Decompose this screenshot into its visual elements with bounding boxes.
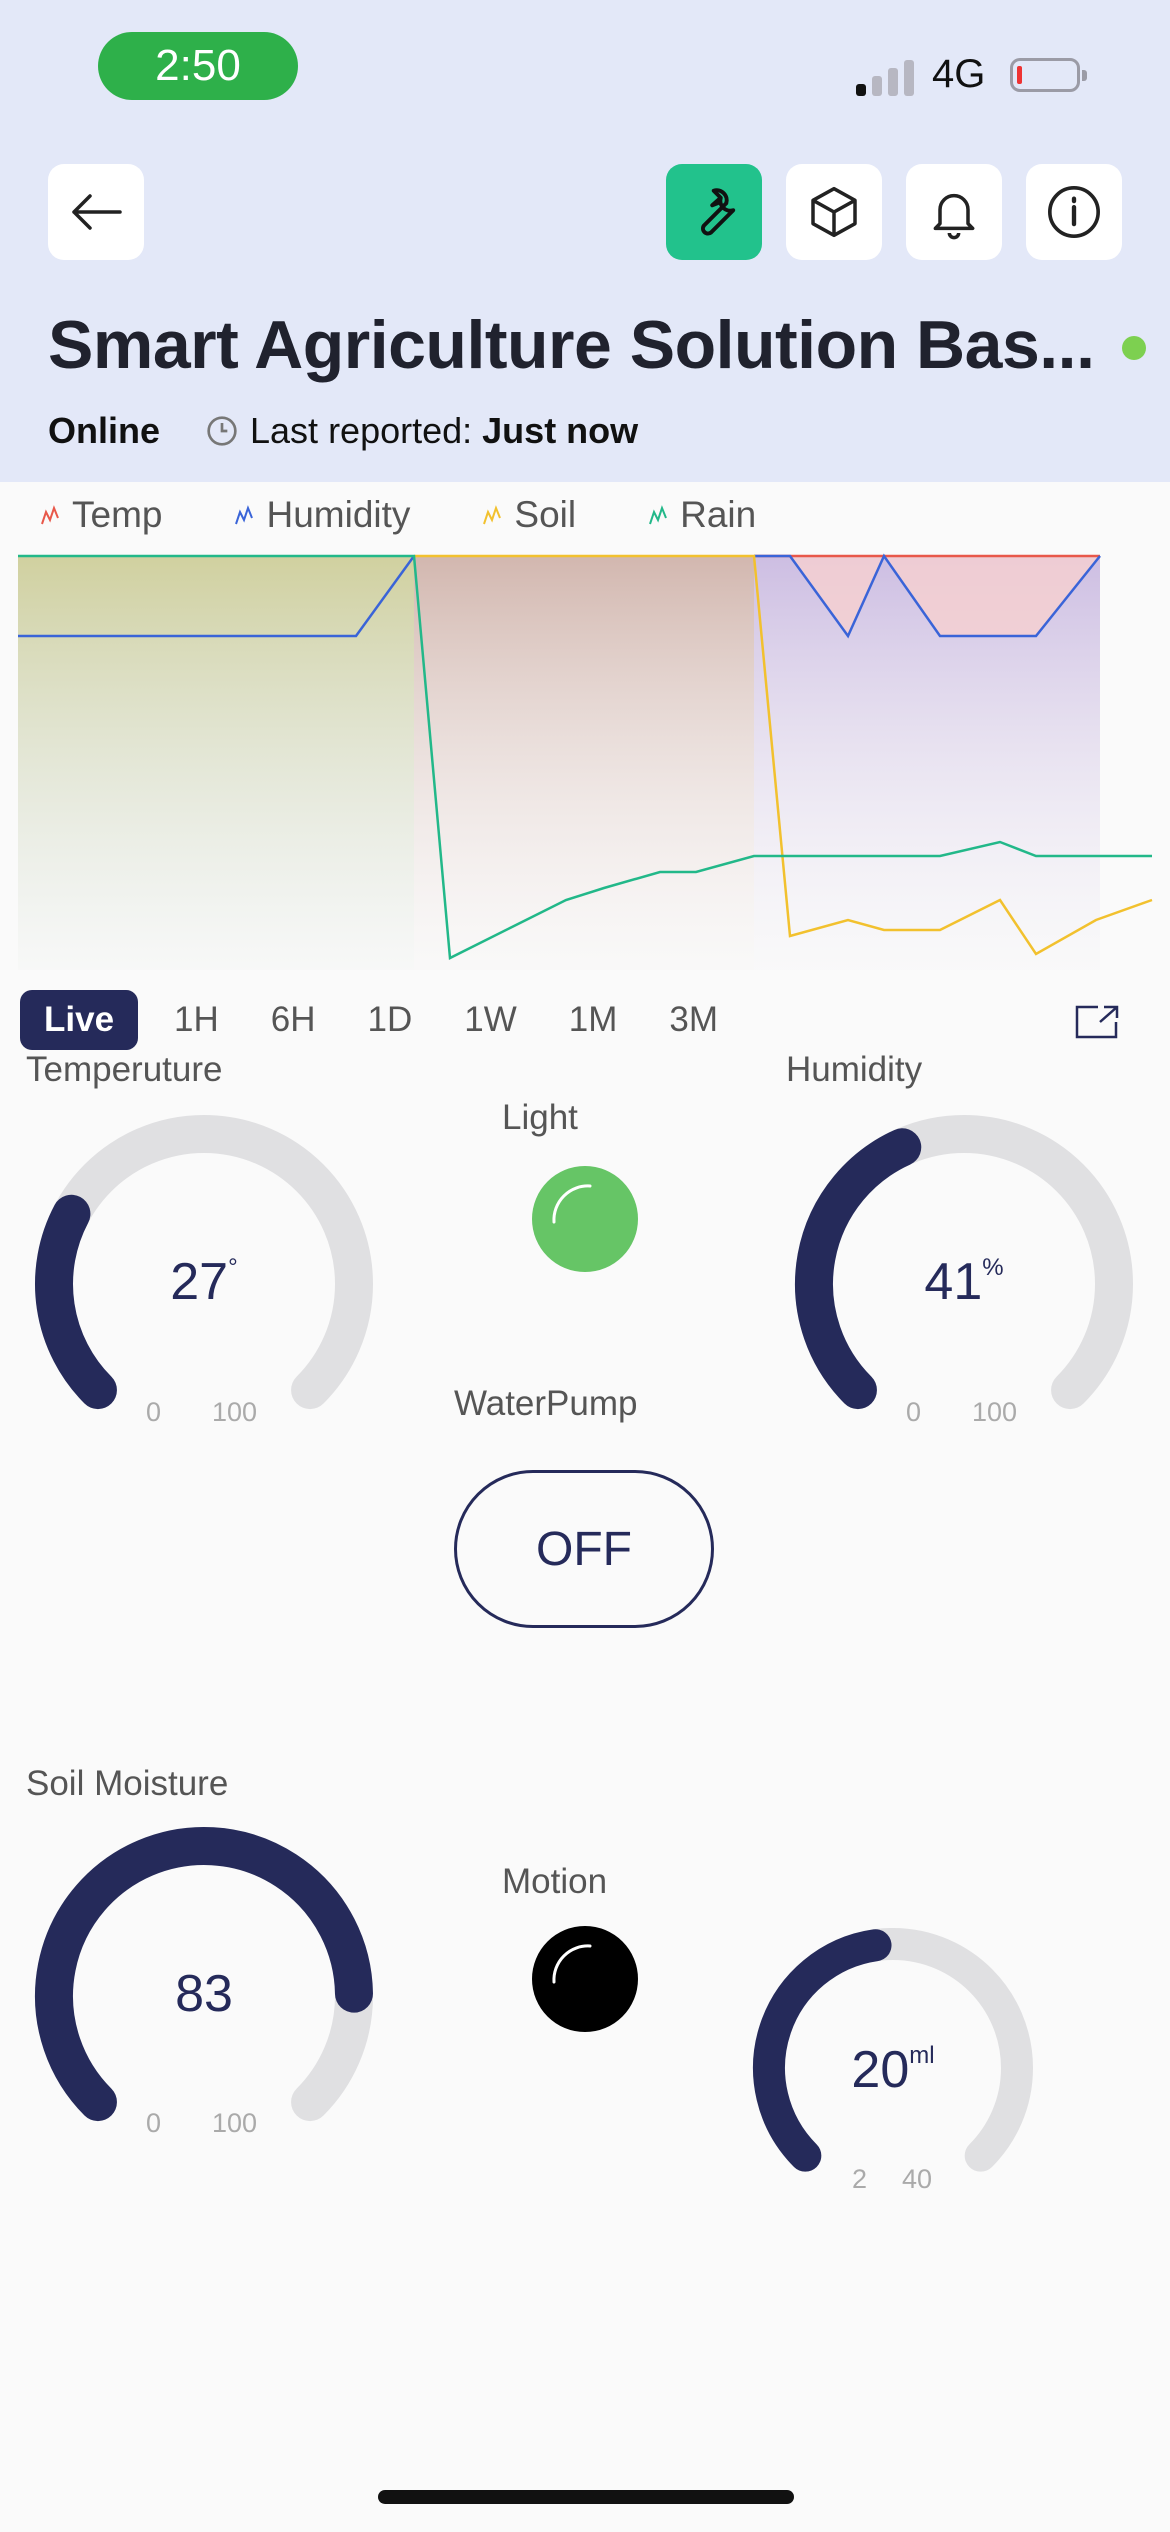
water-number: 20	[851, 2041, 910, 2099]
water-gauge	[753, 1928, 1033, 2172]
water-value: 20ml	[820, 2040, 966, 2100]
water-unit: ml	[909, 2042, 935, 2069]
water-max: 40	[902, 2164, 933, 2194]
water-min: 2	[852, 2164, 868, 2194]
home-indicator	[378, 2490, 794, 2504]
